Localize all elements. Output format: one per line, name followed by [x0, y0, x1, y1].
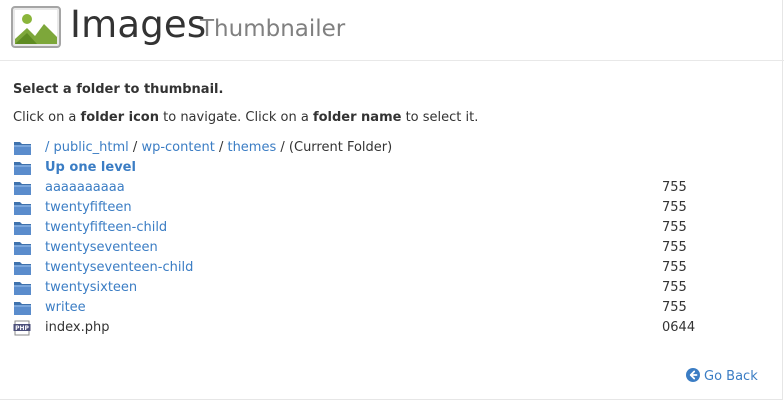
folder-permissions: 755 — [662, 240, 687, 255]
folder-row: twentyseventeen 755 — [13, 238, 773, 258]
breadcrumb-separator: / — [218, 140, 224, 155]
instruction-part: to navigate. Click on a — [159, 110, 313, 125]
file-row: PHP index.php 0644 — [13, 318, 773, 338]
folder-name[interactable]: twentyseventeen — [45, 238, 158, 258]
folder-icon[interactable] — [13, 200, 32, 216]
go-back-label[interactable]: Go Back — [704, 369, 758, 384]
folder-row: twentyseventeen-child 755 — [13, 258, 773, 278]
folder-icon[interactable] — [13, 240, 32, 256]
breadcrumb-item-public-html[interactable]: public_html — [54, 140, 129, 155]
file-permissions: 0644 — [662, 320, 696, 335]
folder-permissions: 755 — [662, 180, 687, 195]
folder-icon[interactable] — [13, 220, 32, 236]
folder-icon[interactable] — [13, 180, 32, 196]
instruction-heading: Select a folder to thumbnail. — [13, 82, 224, 97]
up-one-level-link[interactable]: Up one level — [45, 158, 136, 178]
page-title: Images — [70, 3, 207, 46]
folder-permissions: 755 — [662, 220, 687, 235]
php-file-icon: PHP — [13, 320, 31, 336]
folder-permissions: 755 — [662, 260, 687, 275]
image-icon — [11, 6, 61, 48]
folder-name[interactable]: twentyseventeen-child — [45, 258, 193, 278]
folder-name[interactable]: aaaaaaaaaa — [45, 178, 125, 198]
page-header: Images Thumbnailer — [0, 0, 784, 61]
instruction-bold: folder name — [312, 110, 402, 125]
folder-listing: / public_html / wp-content / themes / (C… — [13, 138, 773, 338]
breadcrumb-item-themes[interactable]: themes — [227, 140, 276, 155]
breadcrumb: / public_html / wp-content / themes / (C… — [45, 138, 392, 158]
folder-up-icon[interactable] — [13, 160, 32, 176]
file-name: index.php — [45, 320, 110, 335]
folder-name[interactable]: writee — [45, 298, 86, 318]
instruction-part: Click on a — [13, 110, 81, 125]
folder-row: aaaaaaaaaa 755 — [13, 178, 773, 198]
folder-icon[interactable] — [13, 140, 32, 156]
folder-icon[interactable] — [13, 280, 32, 296]
folder-row: twentyfifteen-child 755 — [13, 218, 773, 238]
folder-icon[interactable] — [13, 260, 32, 276]
up-level-row: Up one level — [13, 158, 773, 178]
folder-icon[interactable] — [13, 300, 32, 316]
breadcrumb-current: (Current Folder) — [288, 140, 393, 155]
breadcrumb-item-wp-content[interactable]: wp-content — [141, 140, 214, 155]
instruction-part: to select it. — [401, 110, 479, 125]
go-back-link[interactable]: Go Back — [686, 367, 758, 387]
folder-name[interactable]: twentyfifteen — [45, 198, 132, 218]
breadcrumb-root[interactable]: / — [45, 140, 49, 155]
arrow-left-circle-icon — [686, 368, 700, 382]
page-subtitle: Thumbnailer — [200, 16, 346, 42]
breadcrumb-row: / public_html / wp-content / themes / (C… — [13, 138, 773, 158]
instruction-text: Click on a folder icon to navigate. Clic… — [13, 110, 478, 125]
svg-text:PHP: PHP — [15, 325, 29, 332]
folder-permissions: 755 — [662, 280, 687, 295]
page: Images Thumbnailer Select a folder to th… — [0, 0, 784, 400]
instruction-bold: folder icon — [80, 110, 159, 125]
breadcrumb-separator: / — [280, 140, 285, 155]
folder-row: writee 755 — [13, 298, 773, 318]
folder-row: twentysixteen 755 — [13, 278, 773, 298]
folder-permissions: 755 — [662, 200, 687, 215]
folder-name[interactable]: twentyfifteen-child — [45, 218, 167, 238]
folder-permissions: 755 — [662, 300, 687, 315]
folder-row: twentyfifteen 755 — [13, 198, 773, 218]
breadcrumb-separator: / — [132, 140, 138, 155]
folder-name[interactable]: twentysixteen — [45, 278, 137, 298]
